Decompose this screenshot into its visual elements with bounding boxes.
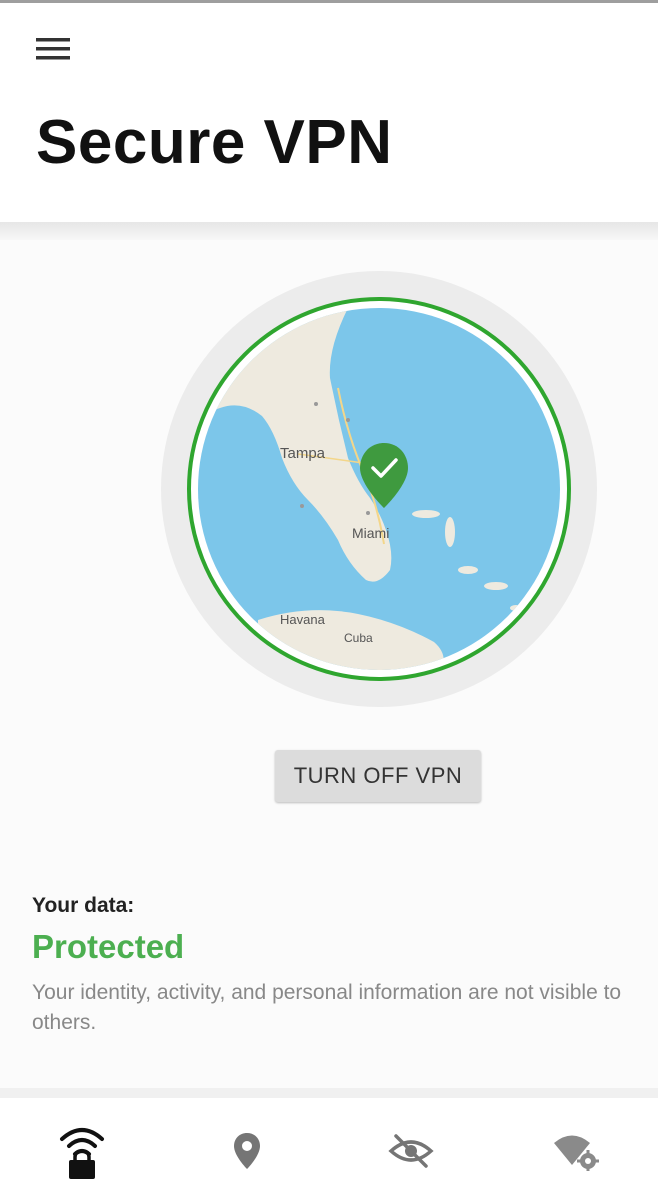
map-label-cuba: Cuba [344,631,373,645]
menu-button[interactable] [30,29,76,69]
location-pin-icon [233,1133,260,1169]
wifi-lock-icon [60,1128,105,1179]
location-map[interactable]: Tampa Miami Havana Cuba [198,308,560,670]
data-status-label: Your data: [32,894,135,917]
hamburger-menu-icon [36,38,70,60]
status-badge: Protected [32,928,185,965]
header-divider [0,222,658,240]
page-title: Secure VPN [36,108,393,177]
map-container: Tampa Miami Havana Cuba [161,271,597,707]
status-description: Your identity, activity, and personal in… [32,981,622,1034]
map-label-tampa: Tampa [280,445,326,462]
nav-item-privacy[interactable] [329,1098,494,1200]
main-content: Tampa Miami Havana Cuba TURN OFF VPN You… [0,240,658,1088]
eye-off-icon [388,1134,434,1168]
app-header: Secure VPN [0,0,658,222]
map-label-miami: Miami [352,525,389,541]
connection-ring: Tampa Miami Havana Cuba [187,297,571,681]
turn-off-vpn-button[interactable]: TURN OFF VPN [275,750,481,802]
map-graphic: Tampa Miami Havana Cuba [198,308,560,670]
bottom-navigation [0,1088,658,1200]
nav-item-vpn[interactable] [0,1098,165,1200]
nav-item-wifi-settings[interactable] [494,1098,658,1200]
wifi-settings-icon [553,1135,599,1171]
map-label-havana: Havana [280,612,326,627]
nav-item-location[interactable] [165,1098,330,1200]
